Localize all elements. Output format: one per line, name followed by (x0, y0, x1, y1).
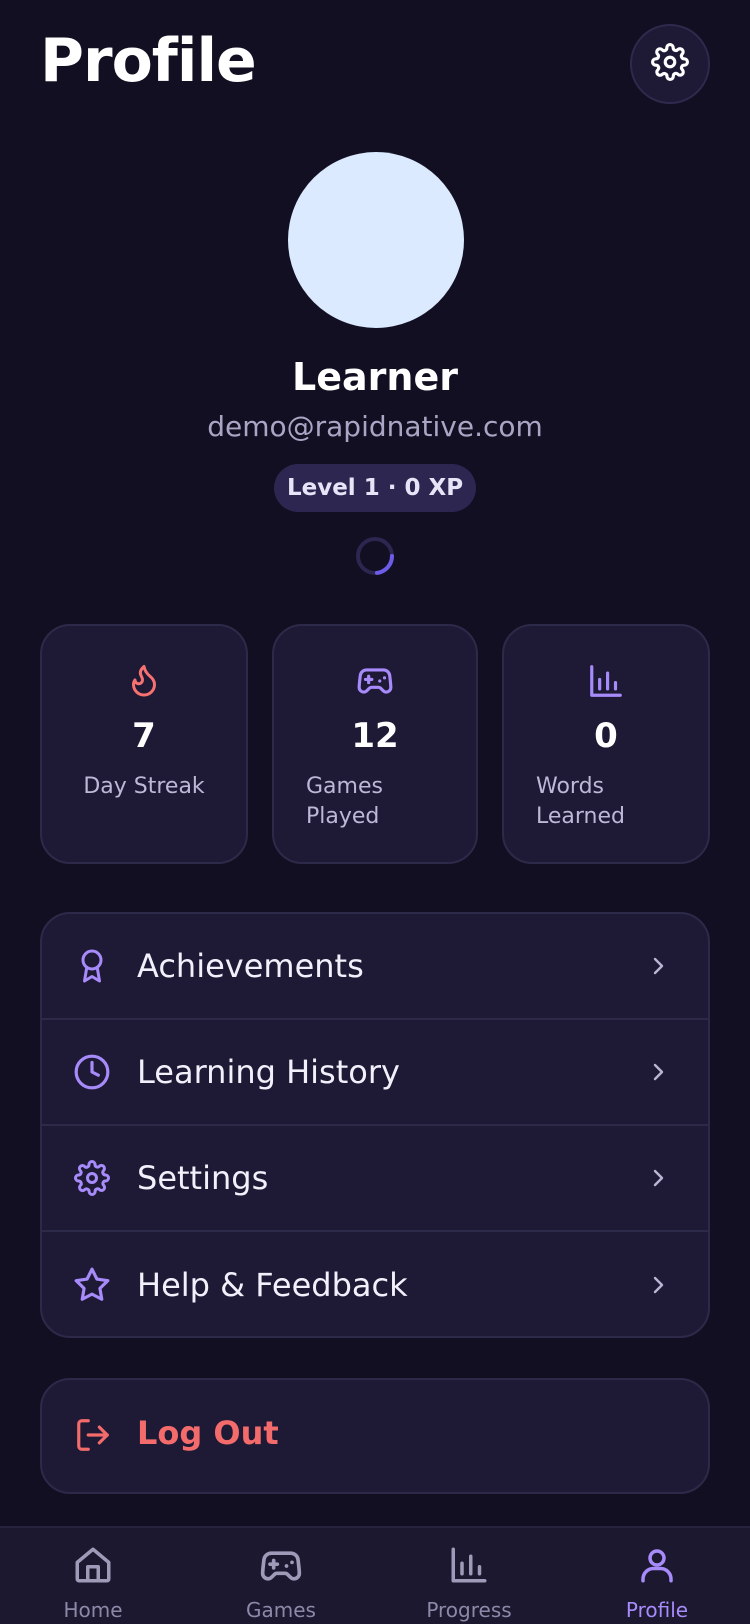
gamepad-icon (206, 1544, 356, 1588)
menu-item-help-feedback[interactable]: Help & Feedback (42, 1232, 708, 1336)
tab-games[interactable]: Games (206, 1528, 356, 1624)
gamepad-icon (274, 662, 476, 700)
menu-item-label: Achievements (137, 947, 364, 985)
chevron-right-icon (646, 1166, 670, 1190)
chevron-right-icon (646, 954, 670, 978)
stat-card-streak: 7 Day Streak (40, 624, 248, 864)
star-icon (72, 1265, 112, 1305)
tab-profile[interactable]: Profile (582, 1528, 732, 1624)
stat-label: Words Learned (536, 774, 625, 829)
profile-menu: Achievements Learning History Settings H… (40, 912, 710, 1338)
page-title: Profile (40, 26, 257, 96)
user-name: Learner (292, 355, 458, 399)
bar-chart-icon (394, 1544, 544, 1586)
logout-button[interactable]: Log Out (40, 1378, 710, 1494)
menu-item-settings[interactable]: Settings (42, 1126, 708, 1232)
tab-label: Profile (625, 1598, 689, 1622)
stat-label: Games Played (306, 774, 383, 829)
stat-value: 0 (594, 716, 618, 756)
tab-label: Home (63, 1598, 123, 1622)
bottom-tab-bar: Home Games Progress Profile (0, 1526, 750, 1624)
avatar[interactable] (288, 152, 464, 328)
bar-chart-icon (504, 662, 708, 700)
loading-spinner (355, 536, 395, 576)
gear-icon (72, 1158, 112, 1198)
level-badge: Level 1 · 0 XP (274, 464, 476, 512)
stat-card-words: 0 Words Learned (502, 624, 710, 864)
home-icon (18, 1544, 168, 1586)
tab-home[interactable]: Home (18, 1528, 168, 1624)
stat-card-games: 12 Games Played (272, 624, 478, 864)
flame-icon (42, 662, 246, 698)
stat-value: 7 (132, 716, 156, 756)
header: Profile (0, 0, 750, 130)
user-icon (582, 1544, 732, 1586)
menu-item-learning-history[interactable]: Learning History (42, 1020, 708, 1126)
stat-value: 12 (351, 716, 399, 756)
stat-label: Day Streak (83, 774, 205, 799)
logout-label: Log Out (137, 1414, 279, 1452)
tab-label: Progress (426, 1598, 512, 1622)
menu-item-label: Help & Feedback (137, 1266, 408, 1304)
gear-icon (651, 43, 689, 85)
settings-button[interactable] (630, 24, 710, 104)
chevron-right-icon (646, 1273, 670, 1297)
log-out-icon (74, 1416, 114, 1456)
tab-label: Games (246, 1598, 316, 1622)
user-email: demo@rapidnative.com (207, 410, 543, 443)
menu-item-label: Settings (137, 1159, 269, 1197)
chevron-right-icon (646, 1060, 670, 1084)
tab-progress[interactable]: Progress (394, 1528, 544, 1624)
award-icon (72, 946, 112, 986)
menu-item-label: Learning History (137, 1053, 400, 1091)
menu-item-achievements[interactable]: Achievements (42, 914, 708, 1020)
clock-icon (72, 1052, 112, 1092)
